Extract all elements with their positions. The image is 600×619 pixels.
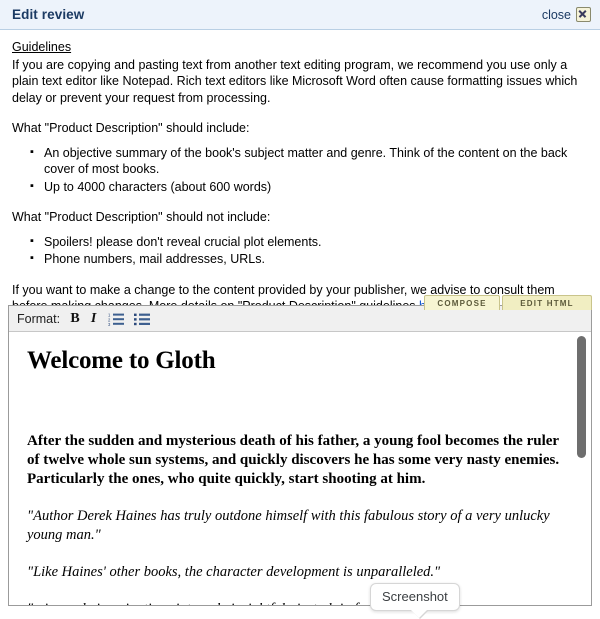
- document-title: Welcome to Gloth: [27, 347, 216, 374]
- include-heading: What "Product Description" should includ…: [12, 121, 250, 135]
- bold-button[interactable]: B: [69, 310, 81, 328]
- document-quote: "Author Derek Haines has truly outdone h…: [27, 508, 550, 543]
- document-quote: "Like Haines' other books, the character…: [27, 564, 441, 580]
- tab-compose[interactable]: COMPOSE: [424, 295, 500, 310]
- format-label: Format:: [17, 311, 61, 326]
- guidelines-section: Guidelines If you are copying and pastin…: [0, 30, 600, 315]
- ordered-list-button[interactable]: 1 2 3: [108, 310, 125, 328]
- close-button[interactable]: close: [542, 7, 591, 22]
- editor-mode-tabs: COMPOSE EDIT HTML: [424, 295, 592, 310]
- vertical-scrollbar[interactable]: [576, 332, 587, 605]
- tab-edit-html[interactable]: EDIT HTML: [502, 295, 592, 310]
- list-item: Up to 4000 characters (about 600 words): [30, 178, 589, 196]
- guidelines-heading: Guidelines: [12, 40, 72, 54]
- document-lead-paragraph: After the sudden and mysterious death of…: [27, 433, 560, 487]
- dialog-header: Edit review close: [0, 0, 600, 30]
- scrollbar-thumb[interactable]: [577, 336, 586, 458]
- rich-text-editor: Format: B I 1 2 3 Welcome to Gloth After…: [8, 305, 592, 606]
- editor-content-area[interactable]: Welcome to Gloth After the sudden and my…: [9, 332, 591, 605]
- svg-text:3: 3: [108, 321, 111, 325]
- screenshot-tooltip: Screenshot: [370, 583, 460, 619]
- guidelines-intro-text: If you are copying and pasting text from…: [12, 57, 578, 105]
- screenshot-tooltip-label: Screenshot: [382, 589, 448, 604]
- exclude-list: Spoilers! please don't reveal crucial pl…: [12, 233, 589, 268]
- unordered-list-button[interactable]: [134, 310, 151, 328]
- ordered-list-icon: 1 2 3: [108, 312, 125, 326]
- list-item: An objective summary of the book's subje…: [30, 144, 589, 178]
- italic-button[interactable]: I: [88, 310, 99, 328]
- list-item: Spoilers! please don't reveal crucial pl…: [30, 233, 589, 251]
- close-button-label: close: [541, 7, 571, 22]
- page-title: Edit review: [12, 7, 85, 22]
- list-item: Phone numbers, mail addresses, URLs.: [30, 250, 589, 268]
- unordered-list-icon: [134, 313, 151, 325]
- close-x-icon[interactable]: [576, 7, 591, 22]
- exclude-heading: What "Product Description" should not in…: [12, 210, 271, 224]
- document-quote: "...insanely imaginative...intensely ins…: [27, 600, 565, 605]
- include-list: An objective summary of the book's subje…: [12, 144, 589, 196]
